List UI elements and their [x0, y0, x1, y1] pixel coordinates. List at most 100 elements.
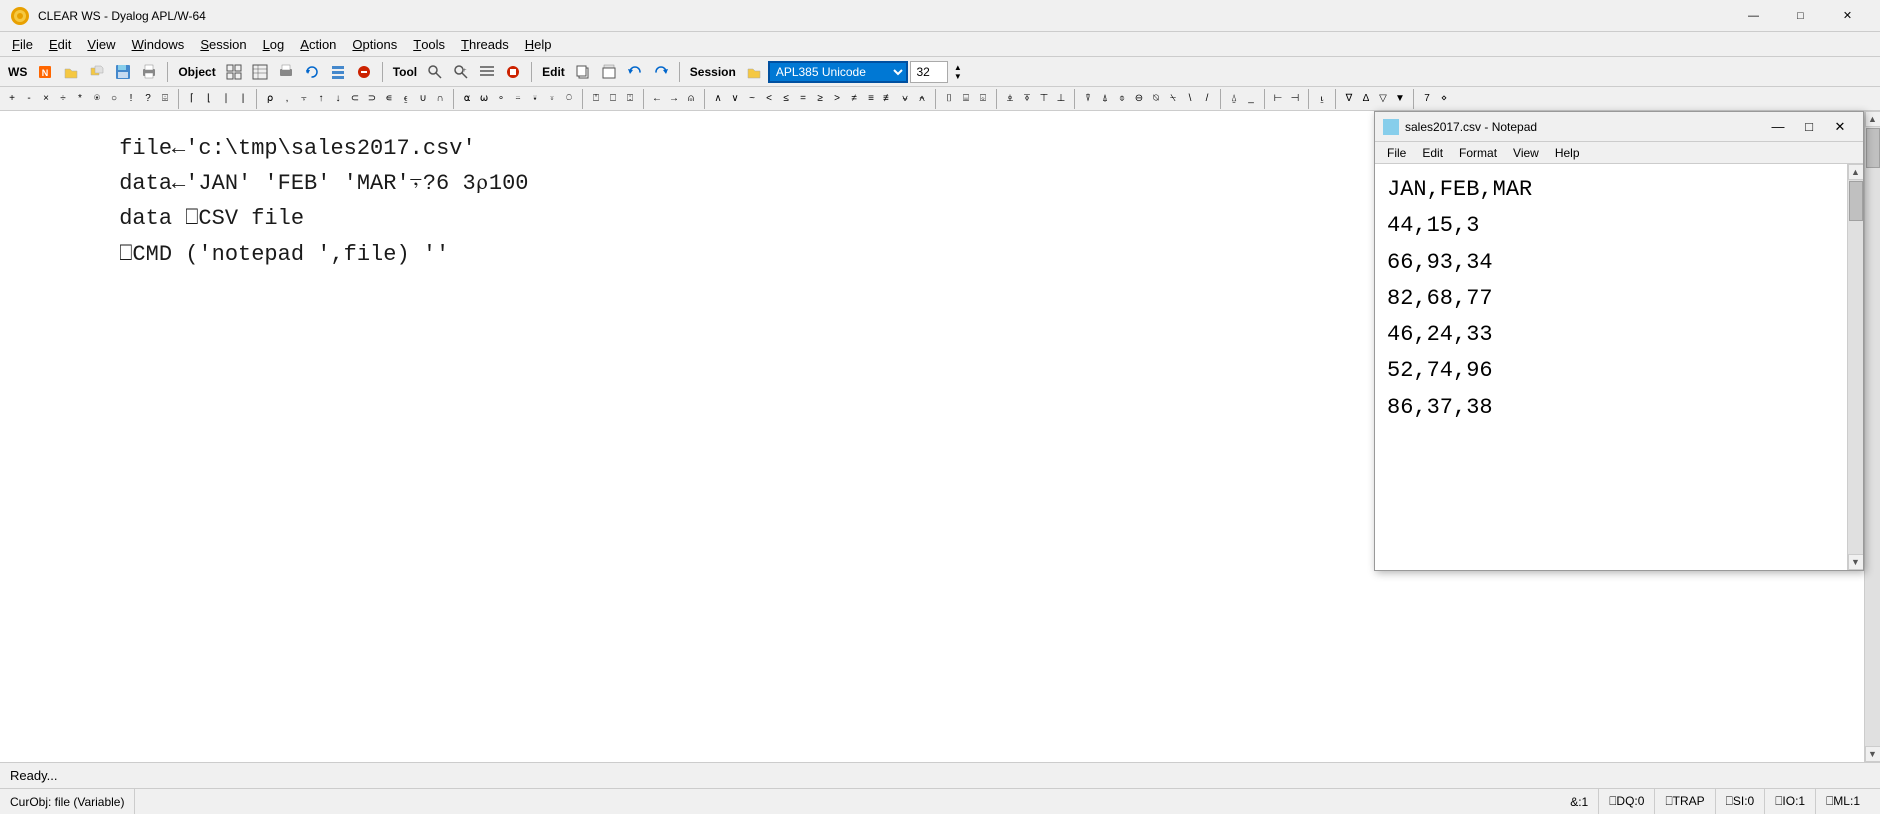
stop-btn[interactable] — [501, 60, 525, 84]
menu-help[interactable]: Help — [517, 32, 560, 56]
apl-sym-right[interactable]: ⊢ — [1270, 89, 1286, 109]
apl-sym-ceil[interactable]: ⌈ — [184, 89, 200, 109]
main-scrollbar[interactable]: ▲ ▼ — [1864, 111, 1880, 762]
apl-sym-more[interactable]: ⋄ — [1436, 89, 1452, 109]
apl-sym-left[interactable]: ⊣ — [1287, 89, 1303, 109]
np-scroll-thumb[interactable] — [1849, 181, 1863, 221]
apl-sym-stencil[interactable]: ⌺ — [975, 89, 991, 109]
minimize-button[interactable]: — — [1731, 2, 1776, 30]
apl-sym-quad[interactable]: ⎕ — [605, 89, 621, 109]
apl-sym-comma[interactable]: , — [279, 89, 295, 109]
apl-sym-ccomma[interactable]: ⍪ — [296, 89, 312, 109]
apl-sym-assign[interactable]: ← — [649, 89, 665, 109]
obj-print-button[interactable] — [274, 60, 298, 84]
apl-sym-fact[interactable]: ! — [123, 89, 139, 109]
apl-sym-goto[interactable]: → — [666, 89, 682, 109]
apl-sym-encode[interactable]: ⊤ — [1036, 89, 1052, 109]
search2-button[interactable]: + — [449, 60, 473, 84]
apl-sym-expand[interactable]: \ — [1182, 89, 1198, 109]
apl-sym-gradeup[interactable]: ⍋ — [1097, 89, 1113, 109]
menu-file[interactable]: File — [4, 32, 41, 56]
apl-sym-star[interactable]: * — [72, 89, 88, 109]
np-menu-format[interactable]: Format — [1451, 142, 1505, 163]
menu-edit[interactable]: Edit — [41, 32, 79, 56]
apl-sym-gradedown[interactable]: ⍒ — [1080, 89, 1096, 109]
apl-sym-qquad[interactable]: ⍞ — [588, 89, 604, 109]
np-menu-view[interactable]: View — [1505, 142, 1547, 163]
apl-sym-nand[interactable]: ⍲ — [914, 89, 930, 109]
scroll-thumb[interactable] — [1866, 128, 1880, 168]
apl-sym-delta[interactable]: ⍙ — [1226, 89, 1242, 109]
obj-stack-button[interactable] — [326, 60, 350, 84]
edit-copy-button[interactable] — [571, 60, 595, 84]
apl-sym-times[interactable]: × — [38, 89, 54, 109]
np-menu-help[interactable]: Help — [1547, 142, 1588, 163]
apl-sym-le[interactable]: ≤ — [778, 89, 794, 109]
notepad-minimize[interactable]: — — [1763, 115, 1793, 139]
apl-sym-delta2[interactable]: ▽ — [1375, 89, 1391, 109]
session-folder-button[interactable] — [742, 60, 766, 84]
np-menu-edit[interactable]: Edit — [1414, 142, 1451, 163]
menu-log[interactable]: Log — [255, 32, 293, 56]
apl-sym-rank[interactable]: ⍤ — [544, 89, 560, 109]
open-button[interactable] — [59, 60, 83, 84]
apl-sym-and[interactable]: ∧ — [710, 89, 726, 109]
apl-sym-nor[interactable]: ⍱ — [897, 89, 913, 109]
apl-sym-flip[interactable]: ⊖ — [1131, 89, 1147, 109]
apl-sym-union[interactable]: ∪ — [415, 89, 431, 109]
notepad-text[interactable]: JAN,FEB,MAR 44,15,3 66,93,34 82,68,77 46… — [1375, 164, 1847, 570]
apl-sym-intersect[interactable]: ∩ — [432, 89, 448, 109]
menu-threads[interactable]: Threads — [453, 32, 517, 56]
apl-sym-reduce[interactable]: / — [1199, 89, 1215, 109]
apl-sym-divide[interactable]: ÷ — [55, 89, 71, 109]
apl-sym-under[interactable]: _ — [1243, 89, 1259, 109]
apl-sym-epsilon[interactable]: ∊ — [381, 89, 397, 109]
apl-sym-take[interactable]: ↑ — [313, 89, 329, 109]
apl-sym-pipe[interactable]: | — [235, 89, 251, 109]
notepad-maximize[interactable]: □ — [1794, 115, 1824, 139]
apl-sym-log[interactable]: ⍟ — [89, 89, 105, 109]
obj-table-button[interactable] — [248, 60, 272, 84]
apl-sym-comment[interactable]: ⍝ — [683, 89, 699, 109]
apl-sym-format[interactable]: ⍕ — [1019, 89, 1035, 109]
edit-paste-button[interactable] — [597, 60, 621, 84]
apl-sym-trans[interactable]: ⍉ — [1148, 89, 1164, 109]
notepad-scrollbar[interactable]: ▲ ▼ — [1847, 164, 1863, 570]
apl-sym-key[interactable]: ⌸ — [958, 89, 974, 109]
menu-session[interactable]: Session — [192, 32, 254, 56]
apl-sym-downarrow[interactable]: ▼ — [1392, 89, 1408, 109]
np-scroll-track[interactable] — [1848, 180, 1864, 554]
apl-sym-nmatch[interactable]: ≢ — [880, 89, 896, 109]
font-dropdown[interactable]: APL385 Unicode Courier New Consolas — [768, 61, 908, 83]
menu-tools[interactable]: Tools — [405, 32, 453, 56]
redo-button[interactable] — [649, 60, 673, 84]
apl-sym-disclose[interactable]: ⊃ — [364, 89, 380, 109]
menu-windows[interactable]: Windows — [124, 32, 193, 56]
font-size-input[interactable] — [910, 61, 948, 83]
copy-button[interactable] — [85, 60, 109, 84]
apl-sym-decode[interactable]: ⊥ — [1053, 89, 1069, 109]
apl-sym-iota[interactable]: ⍸ — [1314, 89, 1330, 109]
np-scroll-down[interactable]: ▼ — [1848, 554, 1864, 570]
apl-sym-gt[interactable]: > — [829, 89, 845, 109]
apl-sym-over[interactable]: ⍥ — [561, 89, 577, 109]
apl-sym-circle[interactable]: ○ — [106, 89, 122, 109]
apl-sym-domino[interactable]: ⌹ — [157, 89, 173, 109]
apl-sym-lt[interactable]: < — [761, 89, 777, 109]
new-ws-button[interactable]: N — [33, 60, 57, 84]
np-scroll-up[interactable]: ▲ — [1848, 164, 1864, 180]
apl-sym-drop[interactable]: ↓ — [330, 89, 346, 109]
obj-refresh-button[interactable] — [300, 60, 324, 84]
apl-sym-index[interactable]: ⌷ — [941, 89, 957, 109]
search-button[interactable] — [423, 60, 447, 84]
list-button[interactable] — [475, 60, 499, 84]
scroll-track[interactable] — [1865, 127, 1880, 746]
apl-sym-qdivide[interactable]: ⍠ — [622, 89, 638, 109]
close-button[interactable]: ✕ — [1825, 2, 1870, 30]
apl-sym-enclose[interactable]: ⊂ — [347, 89, 363, 109]
apl-sym-eq[interactable]: = — [795, 89, 811, 109]
scroll-down[interactable]: ▼ — [1865, 746, 1880, 762]
scroll-up[interactable]: ▲ — [1865, 111, 1880, 127]
menu-action[interactable]: Action — [292, 32, 344, 56]
font-size-spin[interactable]: ▲▼ — [950, 60, 966, 84]
